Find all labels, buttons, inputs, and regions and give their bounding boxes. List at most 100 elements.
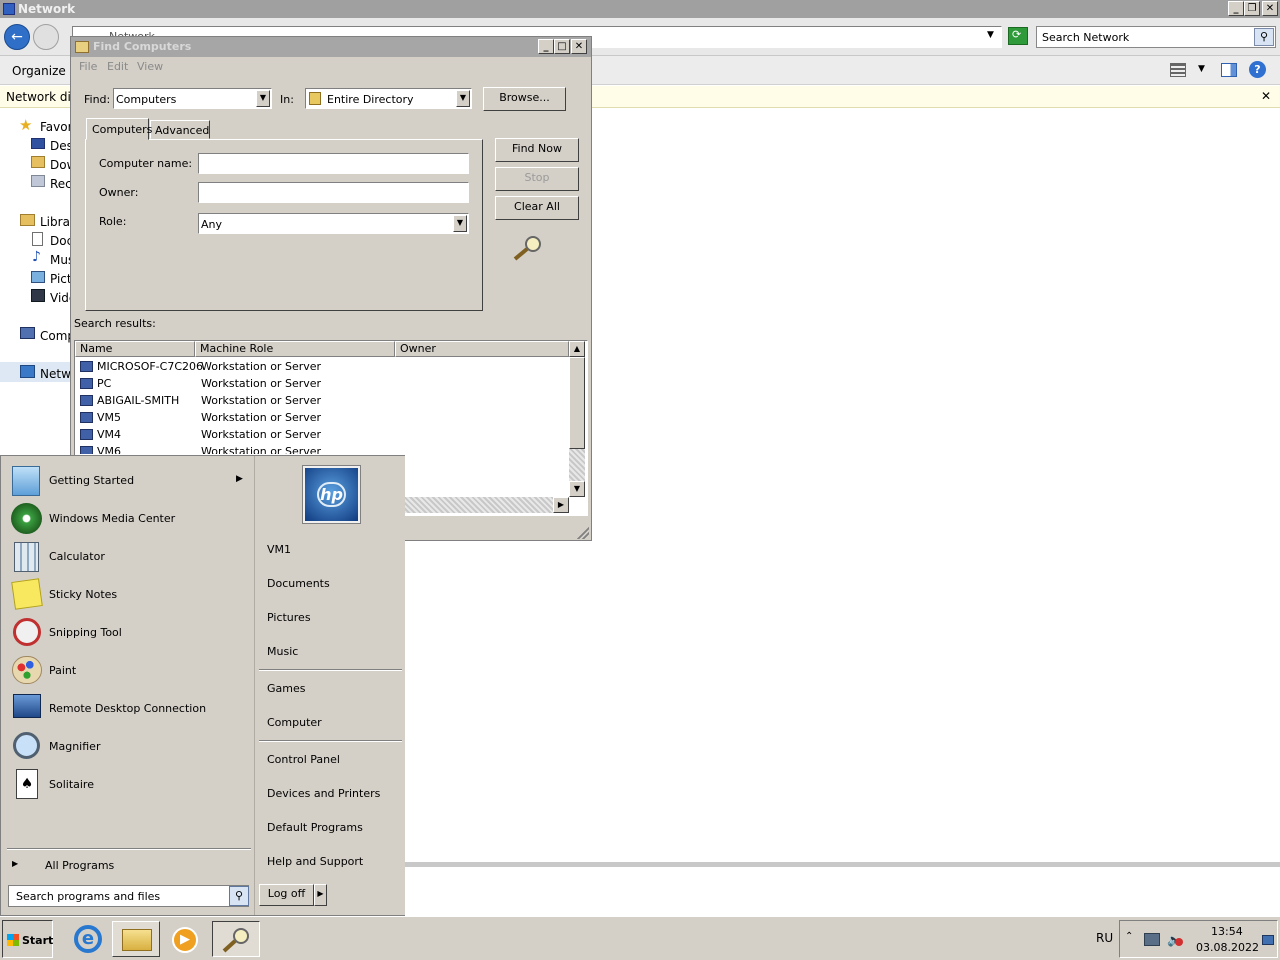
start-item-user[interactable]: VM1 bbox=[267, 543, 291, 556]
program-remote-desktop[interactable]: Remote Desktop Connection bbox=[4, 690, 254, 728]
stop-button[interactable]: Stop bbox=[495, 167, 579, 191]
scroll-down-arrow-icon[interactable]: ▼ bbox=[569, 481, 585, 497]
search-box[interactable]: Search Network ⚲ bbox=[1036, 26, 1276, 48]
start-item-help-support[interactable]: Help and Support bbox=[267, 855, 363, 868]
program-windows-media-center[interactable]: Windows Media Center bbox=[4, 500, 254, 538]
preview-pane-icon[interactable] bbox=[1221, 63, 1237, 77]
nav-pictures[interactable]: Pict bbox=[50, 272, 72, 286]
forward-button[interactable] bbox=[33, 24, 59, 50]
program-label: Solitaire bbox=[49, 778, 94, 791]
nav-recent[interactable]: Rec bbox=[50, 177, 72, 191]
column-header-owner[interactable]: Owner bbox=[395, 341, 569, 357]
chevron-right-icon: ▶ bbox=[317, 889, 324, 898]
close-icon[interactable]: ✕ bbox=[1261, 89, 1271, 103]
scroll-right-arrow-icon[interactable]: ▶ bbox=[553, 497, 569, 513]
language-indicator[interactable]: RU bbox=[1096, 931, 1113, 945]
start-button[interactable]: Start bbox=[2, 920, 53, 958]
search-icon[interactable]: ⚲ bbox=[229, 886, 249, 906]
paint-icon bbox=[12, 656, 42, 684]
menu-view[interactable]: View bbox=[137, 60, 163, 73]
scroll-thumb[interactable] bbox=[569, 357, 585, 449]
navigation-pane: ★ Favor Des Dow Rec Librari Doc ♪ Mus Pi… bbox=[0, 108, 83, 458]
tab-computers[interactable]: Computers bbox=[86, 118, 152, 140]
minimize-button[interactable]: _ bbox=[1228, 1, 1244, 16]
resize-grip-icon[interactable] bbox=[577, 527, 589, 539]
program-calculator[interactable]: Calculator bbox=[4, 538, 254, 576]
start-item-computer[interactable]: Computer bbox=[267, 716, 322, 729]
owner-input[interactable] bbox=[198, 182, 469, 203]
start-item-games[interactable]: Games bbox=[267, 682, 305, 695]
show-hidden-icons-icon[interactable]: ⌃ bbox=[1125, 931, 1133, 942]
volume-muted-icon[interactable]: 🔈 bbox=[1167, 933, 1183, 947]
taskbar-internet-explorer[interactable]: e bbox=[64, 921, 112, 957]
close-button[interactable]: ✕ bbox=[1262, 1, 1278, 16]
restore-button[interactable]: ❐ bbox=[1244, 1, 1260, 16]
find-now-button[interactable]: Find Now bbox=[495, 138, 579, 162]
find-close-button[interactable]: ✕ bbox=[571, 39, 587, 54]
desktop-icon bbox=[31, 138, 45, 149]
network-status-icon[interactable] bbox=[1144, 933, 1160, 946]
chevron-down-icon[interactable]: ▼ bbox=[453, 215, 467, 232]
menu-edit[interactable]: Edit bbox=[107, 60, 128, 73]
computer-name-input[interactable] bbox=[198, 153, 469, 174]
column-header-machine-role[interactable]: Machine Role bbox=[195, 341, 395, 357]
browse-button[interactable]: Browse... bbox=[483, 87, 566, 111]
find-dialog-title-bar[interactable]: Find Computers _ □ ✕ bbox=[71, 37, 591, 57]
search-icon[interactable]: ⚲ bbox=[1254, 28, 1274, 46]
clock-date[interactable]: 03.08.2022 bbox=[1196, 941, 1259, 954]
clock-time[interactable]: 13:54 bbox=[1211, 925, 1243, 938]
explorer-title-bar[interactable]: Network _ ❐ ✕ bbox=[0, 0, 1280, 18]
program-paint[interactable]: Paint bbox=[4, 652, 254, 690]
start-item-pictures[interactable]: Pictures bbox=[267, 611, 311, 624]
clear-all-button[interactable]: Clear All bbox=[495, 196, 579, 220]
help-icon[interactable]: ? bbox=[1249, 61, 1266, 78]
nav-network-selected[interactable]: Netwo bbox=[0, 362, 78, 382]
chevron-down-icon[interactable]: ▼ bbox=[1198, 64, 1205, 74]
horizontal-scrollbar[interactable]: ▶ bbox=[405, 497, 569, 513]
show-desktop-icon[interactable] bbox=[1262, 935, 1274, 945]
row-name: VM4 bbox=[97, 428, 122, 441]
start-menu: Getting Started ▶ Windows Media Center C… bbox=[0, 455, 405, 916]
row-name: ABIGAIL-SMITH bbox=[97, 394, 180, 407]
start-item-control-panel[interactable]: Control Panel bbox=[267, 753, 340, 766]
menu-file[interactable]: File bbox=[79, 60, 97, 73]
start-item-default-programs[interactable]: Default Programs bbox=[267, 821, 363, 834]
start-search-input[interactable]: Search programs and files ⚲ bbox=[8, 885, 249, 907]
find-type-select[interactable]: Computers ▼ bbox=[113, 88, 272, 109]
find-maximize-button[interactable]: □ bbox=[554, 39, 570, 54]
taskbar-explorer[interactable] bbox=[112, 921, 160, 957]
find-minimize-button[interactable]: _ bbox=[538, 39, 554, 54]
column-header-name[interactable]: Name bbox=[75, 341, 195, 357]
taskbar-find-computers[interactable] bbox=[212, 921, 260, 957]
refresh-button[interactable]: ⟳ bbox=[1008, 27, 1028, 45]
program-getting-started[interactable]: Getting Started ▶ bbox=[4, 462, 254, 500]
back-button[interactable]: ← bbox=[4, 24, 30, 50]
start-item-devices-printers[interactable]: Devices and Printers bbox=[267, 787, 380, 800]
in-location-select[interactable]: Entire Directory ▼ bbox=[305, 88, 472, 109]
user-tile[interactable]: hp bbox=[303, 466, 360, 523]
scroll-up-arrow-icon[interactable]: ▲ bbox=[569, 341, 585, 357]
start-item-music[interactable]: Music bbox=[267, 645, 298, 658]
program-snipping-tool[interactable]: Snipping Tool bbox=[4, 614, 254, 652]
vertical-scrollbar[interactable]: ▲ ▼ bbox=[569, 341, 585, 497]
view-options-icon[interactable] bbox=[1170, 63, 1186, 77]
chevron-down-icon[interactable]: ▼ bbox=[256, 90, 270, 107]
directory-icon bbox=[309, 92, 321, 105]
internet-explorer-icon: e bbox=[74, 925, 102, 953]
nav-favorites[interactable]: Favor bbox=[40, 120, 73, 134]
all-programs-button[interactable]: ▶ All Programs bbox=[4, 854, 252, 876]
role-select[interactable]: Any ▼ bbox=[198, 213, 469, 234]
taskbar-media-player[interactable]: ▶ bbox=[162, 921, 210, 957]
start-item-documents[interactable]: Documents bbox=[267, 577, 330, 590]
program-solitaire[interactable]: ♠ Solitaire bbox=[4, 766, 254, 804]
program-sticky-notes[interactable]: Sticky Notes bbox=[4, 576, 254, 614]
program-magnifier[interactable]: Magnifier bbox=[4, 728, 254, 766]
log-off-button[interactable]: Log off bbox=[259, 884, 314, 906]
row-role: Workstation or Server bbox=[201, 394, 322, 407]
calculator-icon bbox=[14, 542, 39, 572]
sticky-notes-icon bbox=[11, 578, 43, 610]
tab-advanced[interactable]: Advanced bbox=[150, 120, 210, 139]
chevron-down-icon[interactable]: ▼ bbox=[987, 30, 994, 40]
chevron-down-icon[interactable]: ▼ bbox=[456, 90, 470, 107]
shutdown-options-button[interactable]: ▶ bbox=[314, 884, 327, 906]
